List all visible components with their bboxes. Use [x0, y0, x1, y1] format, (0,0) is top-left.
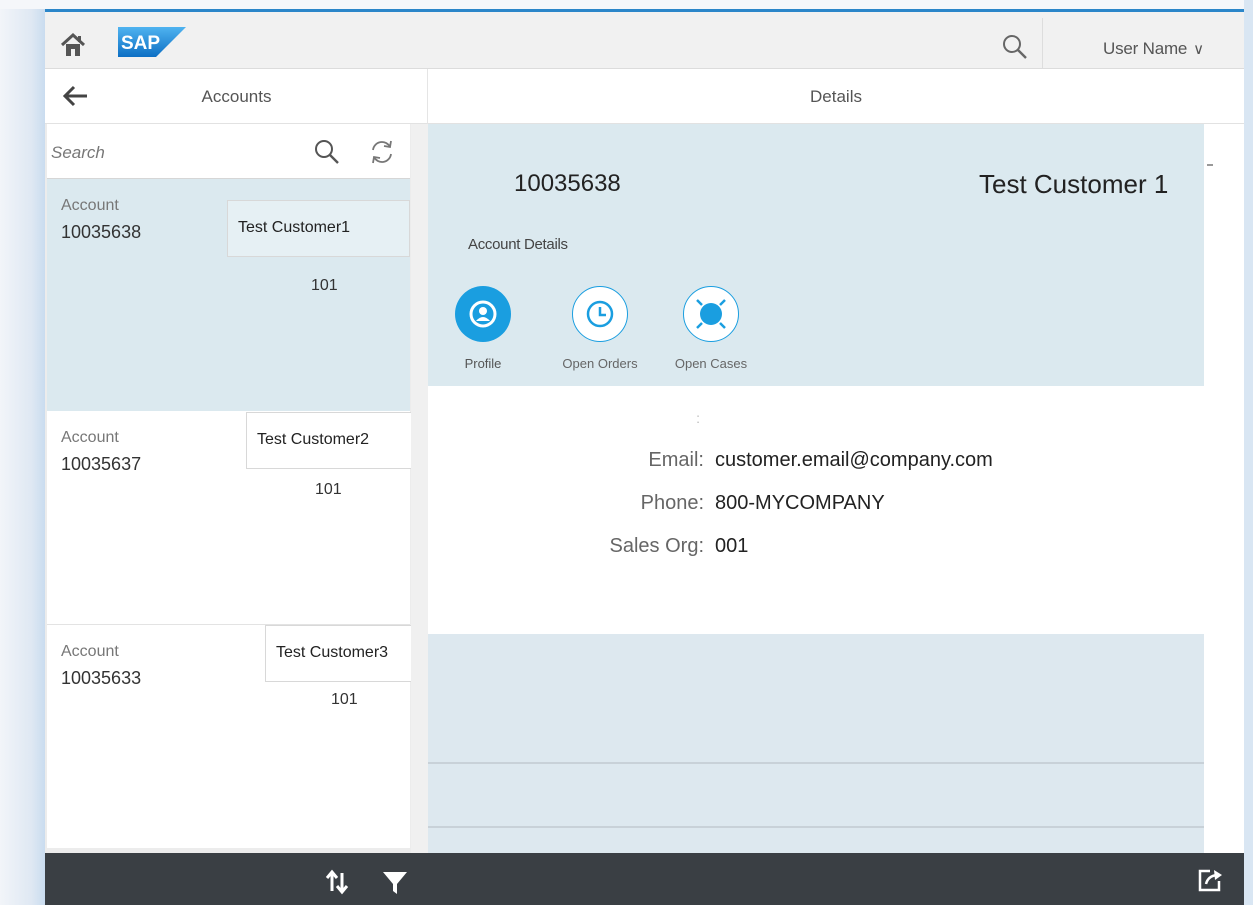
divider: [428, 826, 1244, 828]
refresh-button[interactable]: [367, 137, 397, 167]
list-item[interactable]: Account 10035637 Test Customer2 101: [47, 411, 431, 624]
sales-org-label: Sales Org:: [609, 535, 704, 557]
app-container: SAP User Name ∨ Accounts Details Search …: [45, 9, 1244, 905]
tab-open-cases[interactable]: Open Cases: [656, 286, 766, 386]
account-label: Account: [61, 197, 119, 214]
account-number: 10035637: [61, 454, 142, 474]
form-row-sales-org: Sales Org: 001: [428, 535, 1204, 565]
detail-lower-section: [428, 634, 1244, 853]
window-frame-right: [1244, 0, 1253, 905]
tab-label: Open Orders: [562, 356, 638, 371]
sap-logo: SAP: [118, 27, 186, 57]
item-quantity: 101: [331, 691, 358, 708]
detail-title: Details: [810, 87, 862, 106]
customer-name: Test Customer1: [227, 200, 410, 257]
search-input[interactable]: [51, 140, 291, 166]
account-label: Account: [61, 643, 119, 660]
svg-text:SAP: SAP: [121, 33, 160, 54]
shell-header: SAP User Name ∨: [45, 9, 1244, 69]
user-menu[interactable]: User Name ∨: [1103, 39, 1204, 59]
share-button[interactable]: [1195, 865, 1225, 895]
master-title: Accounts: [201, 87, 272, 106]
divider: [1207, 164, 1213, 166]
phone-value: 800-MYCOMPANY: [715, 492, 885, 514]
shell-search-button[interactable]: [1000, 32, 1030, 62]
email-value: customer.email@company.com: [715, 449, 993, 471]
lifebuoy-icon: [683, 286, 739, 342]
object-title: Test Customer 1: [979, 169, 1169, 199]
object-header: 10035638 Test Customer 1 Account Details…: [428, 124, 1204, 399]
item-quantity: 101: [315, 481, 342, 498]
person-icon: [455, 286, 511, 342]
phone-label: Phone:: [640, 492, 704, 514]
email-label: Email:: [648, 449, 704, 471]
chevron-down-icon: ∨: [1193, 41, 1204, 58]
home-icon: [60, 32, 86, 56]
profile-form: : Email: customer.email@company.com Phon…: [428, 386, 1204, 634]
detail-right-margin: [1204, 124, 1244, 853]
refresh-icon: [372, 140, 392, 164]
search-bar: [47, 124, 410, 179]
tab-label: Profile: [464, 356, 502, 371]
window-frame-left: [0, 0, 45, 905]
account-number: 10035638: [61, 222, 142, 242]
form-row-phone: Phone: 800-MYCOMPANY: [428, 492, 1204, 522]
section-label: Account Details: [468, 236, 568, 253]
divider: [428, 762, 1244, 764]
account-label: Account: [61, 429, 119, 446]
share-icon: [1198, 869, 1222, 892]
tab-profile[interactable]: Profile: [441, 286, 525, 399]
filter-icon: [383, 872, 407, 894]
sales-org-value: 001: [715, 535, 749, 557]
object-number: 10035638: [514, 170, 621, 197]
window-frame-top: [0, 0, 1253, 9]
detail-pane: 10035638 Test Customer 1 Account Details…: [428, 124, 1244, 853]
customer-name: Test Customer2: [246, 412, 431, 469]
footer-toolbar: [45, 853, 1244, 905]
search-button[interactable]: [313, 138, 341, 166]
search-icon: [315, 140, 339, 164]
sort-icon: [325, 869, 349, 895]
list-item[interactable]: Account 10035638 Test Customer1 101: [47, 179, 410, 411]
master-header: Accounts: [45, 69, 428, 124]
master-scrollbar[interactable]: [411, 124, 428, 853]
tab-label: Open Cases: [674, 356, 748, 371]
user-name: User Name: [1103, 39, 1188, 58]
form-label: :: [696, 410, 700, 426]
filter-button[interactable]: [380, 867, 410, 897]
account-number: 10035633: [61, 668, 142, 688]
item-quantity: 101: [311, 277, 338, 294]
search-icon: [1003, 35, 1027, 59]
master-list: Account 10035638 Test Customer1 101 Acco…: [45, 124, 451, 853]
icon-tab-bar: Profile Open Orders Open Cases: [428, 274, 1204, 399]
form-row: :: [428, 410, 1204, 440]
shell-divider: [1042, 18, 1043, 68]
form-row-email: Email: customer.email@company.com: [428, 449, 1204, 479]
home-button[interactable]: [58, 30, 88, 60]
list-item[interactable]: Account 10035633 Test Customer3 101: [47, 624, 451, 848]
tab-open-orders[interactable]: Open Orders: [545, 286, 655, 386]
detail-header: Details: [428, 69, 1244, 124]
clock-icon: [572, 286, 628, 342]
sort-button[interactable]: [322, 867, 352, 897]
